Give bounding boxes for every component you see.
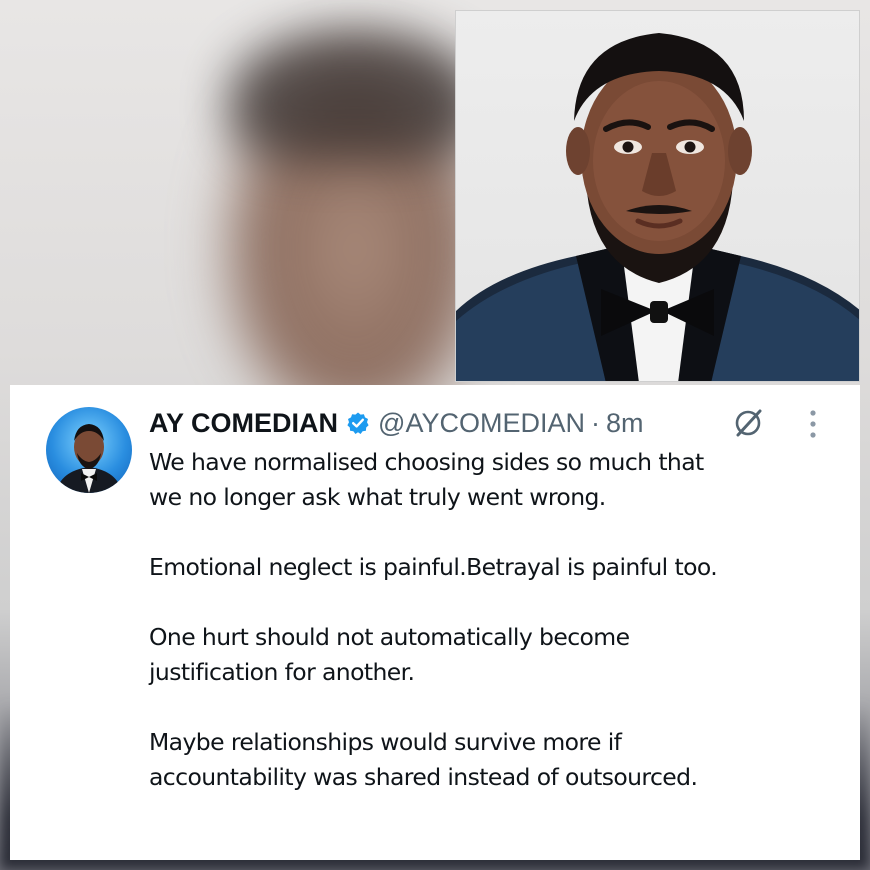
verified-badge-icon xyxy=(346,411,370,435)
tweet-line: justification for another. xyxy=(149,658,415,686)
tweet-paragraph: We have normalised choosing sides so muc… xyxy=(149,445,839,515)
author-handle[interactable]: @AYCOMEDIAN xyxy=(378,408,585,439)
portrait-photo xyxy=(455,10,860,382)
tweet-line: Maybe relationships would survive more i… xyxy=(149,728,622,756)
portrait-illustration xyxy=(456,33,859,381)
grok-icon[interactable] xyxy=(730,405,766,441)
blurred-hair xyxy=(230,30,480,160)
tweet-line: One hurt should not automatically become xyxy=(149,623,630,651)
avatar-illustration xyxy=(56,424,122,493)
tweet-line: Emotional neglect is painful.Betrayal is… xyxy=(149,553,718,581)
more-options-icon[interactable] xyxy=(807,407,819,441)
tweet-line: We have normalised choosing sides so muc… xyxy=(149,448,704,476)
tweet-paragraph: Maybe relationships would survive more i… xyxy=(149,725,839,795)
tweet-line: we no longer ask what truly went wrong. xyxy=(149,483,606,511)
tweet-paragraph: Emotional neglect is painful.Betrayal is… xyxy=(149,550,839,585)
tweet-timestamp[interactable]: 8m xyxy=(606,408,644,439)
author-name[interactable]: AY COMEDIAN xyxy=(149,408,338,439)
tweet-text: We have normalised choosing sides so muc… xyxy=(149,445,839,795)
separator-dot: · xyxy=(590,407,600,438)
avatar[interactable] xyxy=(46,407,132,493)
tweet-line: accountability was shared instead of out… xyxy=(149,763,698,791)
tweet-paragraph: One hurt should not automatically become… xyxy=(149,620,839,690)
tweet-header: AY COMEDIAN @AYCOMEDIAN · 8m xyxy=(149,403,644,443)
tweet-card[interactable]: AY COMEDIAN @AYCOMEDIAN · 8m We have nor… xyxy=(10,385,860,860)
